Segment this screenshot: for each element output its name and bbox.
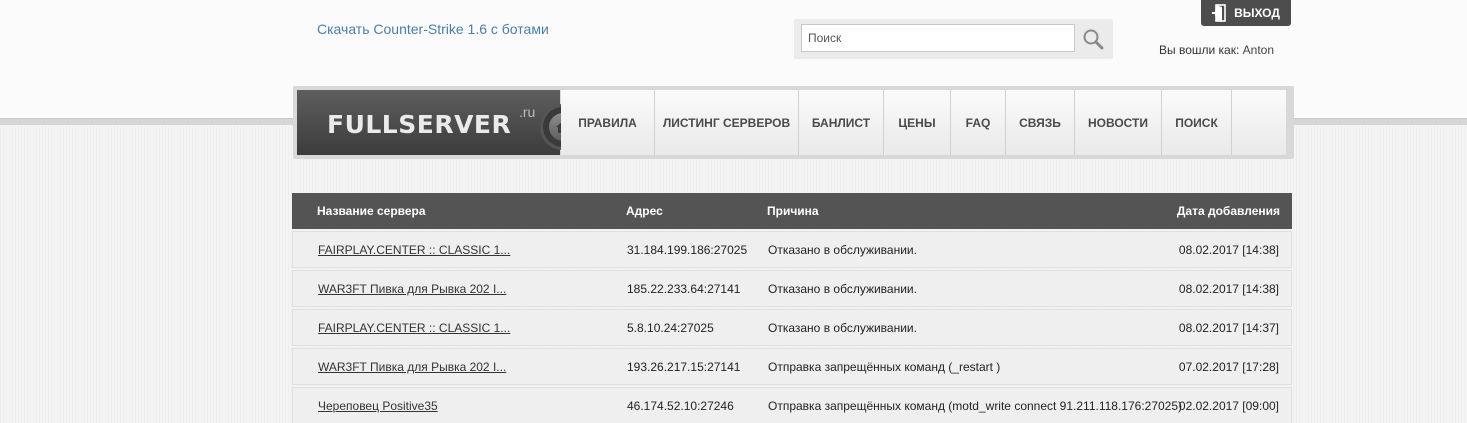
search-box xyxy=(794,19,1113,59)
table-row: FAIRPLAY.CENTER :: CLASSIC 1... 5.8.10.2… xyxy=(292,309,1292,346)
ban-reason: Отказано в обслуживании. xyxy=(768,243,917,257)
site-logo[interactable]: FULLSERVER .ru xyxy=(297,90,583,155)
logout-label: ВЫХОД xyxy=(1234,6,1280,20)
table-header: Название сервера Адрес Причина Дата доба… xyxy=(292,193,1292,229)
table-row: WAR3FT Пивка для Рывка 202 I... 193.26.2… xyxy=(292,348,1292,385)
logged-in-info: Вы вошли как: Anton xyxy=(1159,43,1274,57)
ban-reason: Отказано в обслуживании. xyxy=(768,321,917,335)
table-row: Череповец Positive35 46.174.52.10:27246 … xyxy=(292,387,1292,423)
nav-item-prices[interactable]: ЦЕНЫ xyxy=(884,90,951,155)
ban-reason: Отправка запрещённых команд (_restart ) xyxy=(768,360,1001,374)
nav-item-faq[interactable]: FAQ xyxy=(951,90,1006,155)
download-cs-link[interactable]: Скачать Counter-Strike 1.6 с ботами xyxy=(317,21,549,37)
ban-reason: Отказано в обслуживании. xyxy=(768,282,917,296)
server-address: 46.174.52.10:27246 xyxy=(627,399,734,413)
search-input[interactable] xyxy=(801,24,1075,52)
main-navbar: FULLSERVER .ru ПРАВИЛА ЛИСТИНГ СЕРВЕРОВ … xyxy=(293,86,1294,159)
date-added: 07.02.2017 [17:28] xyxy=(1178,360,1279,374)
nav-item-contact[interactable]: СВЯЗЬ xyxy=(1006,90,1075,155)
server-name-link[interactable]: FAIRPLAY.CENTER :: CLASSIC 1... xyxy=(318,243,510,257)
server-name-link[interactable]: WAR3FT Пивка для Рывка 202 I... xyxy=(318,282,506,296)
date-added: 08.02.2017 [14:38] xyxy=(1178,282,1279,296)
nav-item-news[interactable]: НОВОСТИ xyxy=(1075,90,1162,155)
nav-item-server-listing[interactable]: ЛИСТИНГ СЕРВЕРОВ xyxy=(655,90,799,155)
table-row: FAIRPLAY.CENTER :: CLASSIC 1... 31.184.1… xyxy=(292,231,1292,268)
date-added: 02.02.2017 [09:00] xyxy=(1178,399,1279,413)
banlist-table: Название сервера Адрес Причина Дата доба… xyxy=(292,193,1292,423)
header-address: Адрес xyxy=(626,204,663,218)
table-row: WAR3FT Пивка для Рывка 202 I... 185.22.2… xyxy=(292,270,1292,307)
header-date-added: Дата добавления xyxy=(1176,204,1280,218)
nav-item-search[interactable]: ПОИСК xyxy=(1162,90,1232,155)
search-icon xyxy=(1083,29,1104,50)
logged-in-prefix: Вы вошли как: xyxy=(1159,43,1240,57)
nav-item-banlist[interactable]: БАНЛИСТ xyxy=(799,90,884,155)
nav-item-rules[interactable]: ПРАВИЛА xyxy=(561,90,655,155)
logo-text: FULLSERVER xyxy=(327,110,512,139)
ban-reason: Отправка запрещённых команд (motd_write … xyxy=(768,399,1183,413)
server-address: 31.184.199.186:27025 xyxy=(627,243,748,257)
server-address: 185.22.233.64:27141 xyxy=(627,282,741,296)
nav-item-empty xyxy=(1232,90,1286,155)
server-address: 5.8.10.24:27025 xyxy=(627,321,714,335)
header-reason: Причина xyxy=(767,204,819,218)
date-added: 08.02.2017 [14:38] xyxy=(1178,243,1279,257)
logout-button[interactable]: ВЫХОД xyxy=(1201,0,1291,26)
server-address: 193.26.217.15:27141 xyxy=(627,360,741,374)
nav-items: ПРАВИЛА ЛИСТИНГ СЕРВЕРОВ БАНЛИСТ ЦЕНЫ FA… xyxy=(561,90,1286,155)
header-server-name: Название сервера xyxy=(317,204,426,218)
server-name-link[interactable]: FAIRPLAY.CENTER :: CLASSIC 1... xyxy=(318,321,510,335)
search-button[interactable] xyxy=(1078,24,1108,54)
server-name-link[interactable]: Череповец Positive35 xyxy=(318,399,438,413)
username: Anton xyxy=(1242,43,1275,57)
logo-domain: .ru xyxy=(519,104,536,120)
exit-door-icon xyxy=(1212,4,1226,22)
server-name-link[interactable]: WAR3FT Пивка для Рывка 202 I... xyxy=(318,360,506,374)
date-added: 08.02.2017 [14:37] xyxy=(1178,321,1279,335)
